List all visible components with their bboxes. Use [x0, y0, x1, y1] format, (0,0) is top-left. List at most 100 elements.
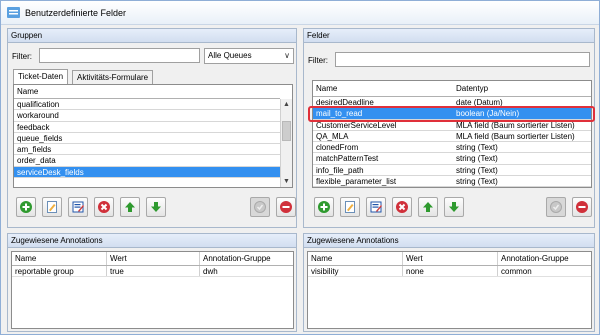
groups-list-header: Name [14, 85, 280, 99]
groups-panel-header: Gruppen [8, 29, 296, 43]
fields-filter-label: Filter: [308, 56, 328, 65]
fields-delete-button[interactable] [392, 197, 412, 217]
list-item[interactable]: am_fields [14, 144, 280, 156]
list-item[interactable]: queue_fields [14, 133, 280, 145]
annotation-name: visibility [308, 266, 403, 276]
groups-rows: qualification workaround feedback queue_fie… [14, 99, 280, 179]
list-item[interactable]: feedback [14, 122, 280, 133]
fields-move-down-button[interactable] [444, 197, 464, 217]
table-row[interactable]: info_file_path string (Text) [313, 165, 591, 177]
edit-document-icon [345, 201, 355, 213]
fields-edit-list-button[interactable] [366, 197, 386, 217]
groups-add-button[interactable] [16, 197, 36, 217]
annotations-right-panel: Zugewiesene Annotations Name Wert Annota… [303, 233, 595, 332]
annotations-right-columns: Name Wert Annotation-Gruppe [308, 252, 591, 266]
fields-panel-header: Felder [304, 29, 594, 43]
annotation-group: common [501, 267, 532, 276]
add-icon [318, 201, 330, 213]
annotations-right-header: Zugewiesene Annotations [304, 234, 594, 248]
move-down-icon [449, 202, 459, 212]
groups-scrollbar[interactable]: ▲ ▼ [280, 99, 292, 187]
field-name: QA_MLA [316, 131, 349, 141]
list-item[interactable]: qualification [14, 99, 280, 111]
fields-toolbar [314, 197, 592, 219]
groups-disabled-action-button [250, 197, 270, 217]
groups-edit-list-button[interactable] [68, 197, 88, 217]
groups-edit-document-button[interactable] [42, 197, 62, 217]
annotations-left-header: Zugewiesene Annotations [8, 234, 296, 248]
table-row[interactable]: matchPatternTest string (Text) [313, 153, 591, 165]
fields-add-button[interactable] [314, 197, 334, 217]
groups-list: Name qualification workaround feedback queu… [13, 84, 293, 188]
delete-icon [396, 201, 408, 213]
annotations-left-panel: Zugewiesene Annotations Name Wert Annota… [7, 233, 297, 332]
add-icon [20, 201, 32, 213]
annotation-column-value[interactable]: Wert [107, 252, 200, 265]
window-title: Benutzerdefinierte Felder [25, 7, 127, 18]
title-bar: Benutzerdefinierte Felder [1, 1, 599, 25]
chevron-down-icon: ∨ [284, 51, 290, 60]
annotations-left-table: Name Wert Annotation-Gruppe reportable g… [11, 251, 294, 329]
delete-icon [98, 201, 110, 213]
field-name: clonedFrom [316, 143, 359, 153]
tab-ticket-data[interactable]: Ticket-Daten [13, 69, 69, 85]
disabled-action-icon [254, 201, 266, 213]
annotation-value: none [403, 266, 498, 276]
annotation-column-group[interactable]: Annotation-Gruppe [498, 252, 591, 265]
field-datatype: string (Text) [456, 177, 498, 187]
fields-list-header: Name Datentyp [313, 81, 591, 97]
fields-remove-button[interactable] [572, 197, 592, 217]
custom-fields-window: Benutzerdefinierte Felder Gruppen Filter… [0, 0, 600, 335]
highlight-box [308, 106, 595, 122]
groups-column-name[interactable]: Name [17, 85, 38, 98]
edit-document-icon [47, 201, 57, 213]
annotation-column-name[interactable]: Name [12, 252, 107, 265]
queue-select[interactable]: Alle Queues ∨ [204, 48, 294, 64]
table-row[interactable]: visibility none common [308, 266, 591, 277]
field-datatype: string (Text) [456, 154, 498, 164]
edit-list-icon [72, 201, 84, 213]
tab-activity-forms[interactable]: Aktivitäts-Formulare [72, 70, 154, 85]
field-datatype: string (Text) [456, 143, 498, 153]
field-datatype: MLA field (Baum sortierter Listen) [456, 131, 575, 141]
list-item[interactable]: workaround [14, 110, 280, 122]
table-row[interactable]: clonedFrom string (Text) [313, 142, 591, 154]
annotations-left-columns: Name Wert Annotation-Gruppe [12, 252, 293, 266]
groups-delete-button[interactable] [94, 197, 114, 217]
groups-move-down-button[interactable] [146, 197, 166, 217]
groups-remove-button[interactable] [276, 197, 296, 217]
field-name: info_file_path [316, 165, 364, 175]
annotation-column-value[interactable]: Wert [403, 252, 498, 265]
scroll-thumb[interactable] [282, 121, 291, 141]
groups-filter-input[interactable] [39, 48, 200, 63]
scroll-up-icon[interactable]: ▲ [281, 99, 292, 110]
fields-edit-document-button[interactable] [340, 197, 360, 217]
groups-toolbar [16, 197, 296, 219]
annotations-right-table: Name Wert Annotation-Gruppe visibility n… [307, 251, 592, 329]
list-item[interactable]: serviceDesk_fields [14, 166, 280, 179]
move-up-icon [423, 202, 433, 212]
annotation-column-name[interactable]: Name [308, 252, 403, 265]
groups-filter-label: Filter: [12, 52, 32, 61]
queue-select-value: Alle Queues [208, 51, 252, 60]
fields-filter-input[interactable] [335, 52, 590, 67]
move-down-icon [151, 202, 161, 212]
app-icon [7, 7, 20, 18]
table-row[interactable]: flexible_parameter_list string (Text) [313, 176, 591, 187]
scroll-down-icon[interactable]: ▼ [281, 176, 292, 187]
groups-move-up-button[interactable] [120, 197, 140, 217]
fields-disabled-action-button [546, 197, 566, 217]
table-row[interactable]: QA_MLA MLA field (Baum sortierter Listen) [313, 131, 591, 143]
fields-column-name[interactable]: Name [316, 81, 456, 96]
edit-list-icon [370, 201, 382, 213]
fields-list: Name Datentyp desiredDeadline date (Datum… [312, 80, 592, 188]
fields-panel: Felder Filter: Name Datentyp desiredDead… [303, 28, 595, 228]
fields-move-up-button[interactable] [418, 197, 438, 217]
list-item[interactable]: order_data [14, 155, 280, 167]
field-datatype: string (Text) [456, 165, 498, 175]
remove-icon [280, 201, 292, 213]
fields-column-datatype[interactable]: Datentyp [456, 81, 586, 96]
annotation-column-group[interactable]: Annotation-Gruppe [200, 252, 293, 265]
annotation-group: dwh [203, 267, 218, 276]
table-row[interactable]: reportable group true dwh [12, 266, 293, 277]
